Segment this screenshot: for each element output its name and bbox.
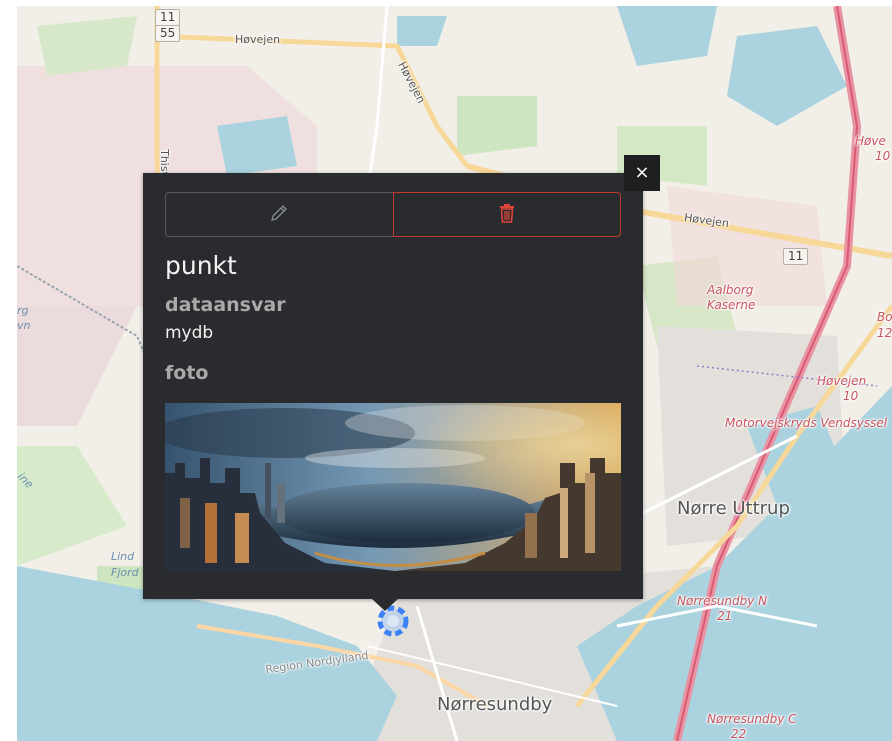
close-icon: × [634, 162, 650, 183]
property-label: foto [165, 362, 209, 384]
delete-button[interactable] [392, 192, 621, 237]
trash-icon [498, 203, 516, 227]
route-shield: 11 [783, 248, 809, 265]
route-shield: 11 [155, 9, 181, 26]
popup-close-button[interactable]: × [624, 155, 660, 191]
property-label: dataansvar [165, 294, 286, 316]
feature-photo[interactable] [165, 403, 621, 571]
route-shield: 55 [155, 25, 181, 42]
popup-action-group [165, 192, 621, 237]
pencil-icon [269, 203, 289, 227]
property-value: mydb [165, 323, 214, 343]
popup-title: punkt [165, 251, 237, 280]
feature-popup: punkt dataansvar mydb foto [143, 173, 643, 599]
edit-button[interactable] [165, 192, 393, 237]
popup-pointer [371, 598, 399, 611]
